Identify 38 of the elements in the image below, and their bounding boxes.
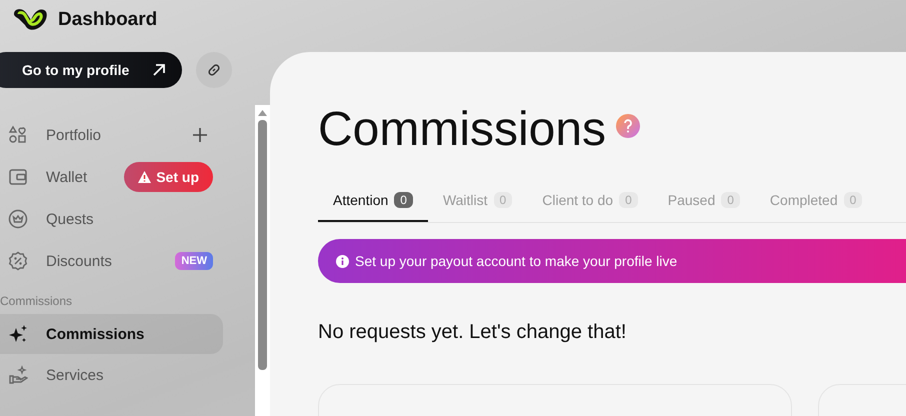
tab[interactable]: Client to do 0 [527, 192, 653, 222]
link-icon [206, 62, 222, 78]
new-badge: NEW [175, 252, 213, 270]
sparkle-icon [8, 324, 28, 344]
hand-icon [8, 365, 28, 385]
sidebar-item[interactable]: Services [0, 354, 223, 396]
page-title: Commissions [318, 102, 606, 158]
sidebar-item[interactable]: Discounts NEW [0, 240, 223, 282]
app-title: Dashboard [58, 9, 158, 31]
help-icon[interactable] [616, 114, 640, 138]
section-label: Commissions [0, 294, 74, 308]
wallet-icon [8, 167, 28, 187]
add-icon[interactable] [193, 128, 207, 142]
tab[interactable]: Completed 0 [754, 192, 878, 222]
empty-message: No requests yet. Let's change that! [318, 321, 628, 344]
count-badge: 0 [844, 192, 862, 208]
setup-badge[interactable]: Set up [124, 162, 213, 192]
sidebar-item[interactable]: Portfolio [0, 114, 223, 156]
crown-icon [8, 209, 28, 229]
count-badge: 0 [721, 192, 740, 208]
count-badge: 0 [619, 192, 638, 208]
scroll-up-icon[interactable] [258, 110, 267, 116]
profile-button[interactable]: Go to my profile [0, 52, 182, 88]
scrollbar[interactable] [255, 105, 270, 416]
link-button[interactable] [196, 52, 232, 88]
tab[interactable]: Paused 0 [652, 192, 755, 222]
tab[interactable]: Attention 0 [318, 192, 428, 222]
tab[interactable]: Waitlist 0 [428, 192, 528, 222]
banner-text: Set up your payout account to make your profile live [355, 253, 678, 269]
sidebar-item[interactable]: Quests [0, 198, 223, 240]
shapes-icon [8, 125, 28, 145]
sidebar-item[interactable]: Wallet Set up [0, 156, 223, 198]
sidebar-item[interactable]: Commissions [0, 314, 223, 354]
discount-icon [8, 251, 28, 271]
info-icon [336, 254, 349, 268]
count-badge: 0 [494, 192, 512, 208]
count-badge: 0 [394, 192, 413, 208]
arrow-icon [152, 63, 166, 77]
